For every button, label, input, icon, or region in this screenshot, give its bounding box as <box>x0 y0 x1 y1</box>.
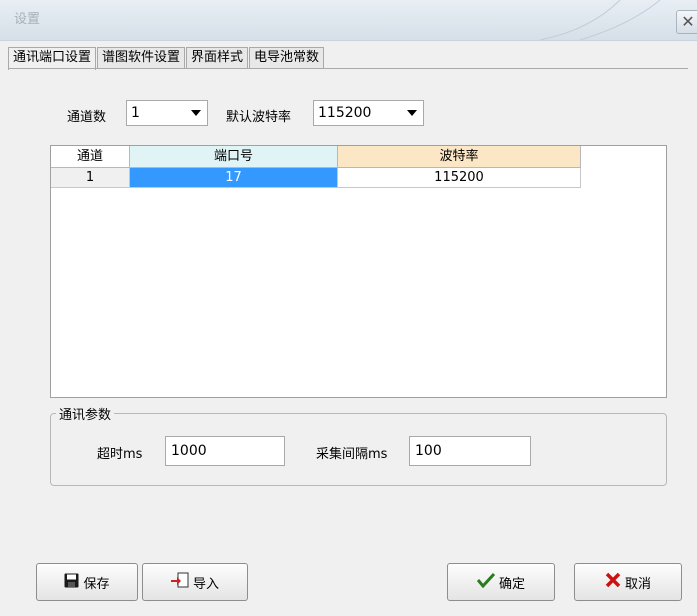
tab-strip: 通讯端口设置 谱图软件设置 界面样式 电导池常数 <box>8 47 325 70</box>
confirm-button-label: 确定 <box>498 576 525 592</box>
floppy-disk-icon <box>64 573 79 592</box>
default-baud-value: 115200 <box>318 105 372 121</box>
close-icon: ✕ <box>681 12 695 31</box>
save-button[interactable]: 保存 <box>36 563 138 601</box>
cancel-button[interactable]: 取消 <box>574 563 682 601</box>
grid-cell-baud[interactable]: 115200 <box>338 168 581 188</box>
chevron-down-icon[interactable] <box>185 101 207 125</box>
channel-count-select[interactable]: 1 <box>126 100 208 126</box>
grid-header-channel[interactable]: 通道 <box>51 146 130 168</box>
check-mark-icon <box>476 572 496 592</box>
import-button-label: 导入 <box>192 576 219 592</box>
cross-icon <box>605 572 621 592</box>
port-grid[interactable]: 通道 端口号 波特率 1 17 115200 <box>50 145 667 398</box>
close-button[interactable]: ✕ <box>676 10 697 34</box>
timeout-input[interactable]: 1000 <box>165 436 285 466</box>
comm-params-title: 通讯参数 <box>56 404 115 423</box>
confirm-button[interactable]: 确定 <box>447 563 555 601</box>
interval-input[interactable]: 100 <box>409 436 531 466</box>
tab-interface-style[interactable]: 界面样式 <box>186 47 249 68</box>
tab-conductivity-cell-constant[interactable]: 电导池常数 <box>249 47 325 68</box>
grid-cell-channel[interactable]: 1 <box>51 168 130 188</box>
grid-header-baud[interactable]: 波特率 <box>338 146 581 168</box>
import-document-icon <box>170 572 189 592</box>
title-bar: 设置 ✕ <box>0 0 697 41</box>
grid-cell-port[interactable]: 17 <box>130 168 338 188</box>
timeout-label: 超时ms <box>97 447 143 462</box>
window-title: 设置 <box>14 12 41 27</box>
import-button[interactable]: 导入 <box>142 563 248 601</box>
save-button-label: 保存 <box>83 576 110 592</box>
channel-count-label: 通道数 <box>67 110 107 125</box>
default-baud-select[interactable]: 115200 <box>313 100 424 126</box>
title-bar-decoration <box>540 0 661 40</box>
tab-chromatogram-software-settings[interactable]: 谱图软件设置 <box>97 47 186 68</box>
tab-comm-port-settings[interactable]: 通讯端口设置 <box>8 47 97 70</box>
default-baud-label: 默认波特率 <box>226 110 292 125</box>
grid-header-port[interactable]: 端口号 <box>130 146 338 168</box>
channel-count-value: 1 <box>131 105 140 121</box>
interval-label: 采集间隔ms <box>316 447 388 462</box>
cancel-button-label: 取消 <box>624 576 651 592</box>
chevron-down-icon[interactable] <box>401 101 423 125</box>
